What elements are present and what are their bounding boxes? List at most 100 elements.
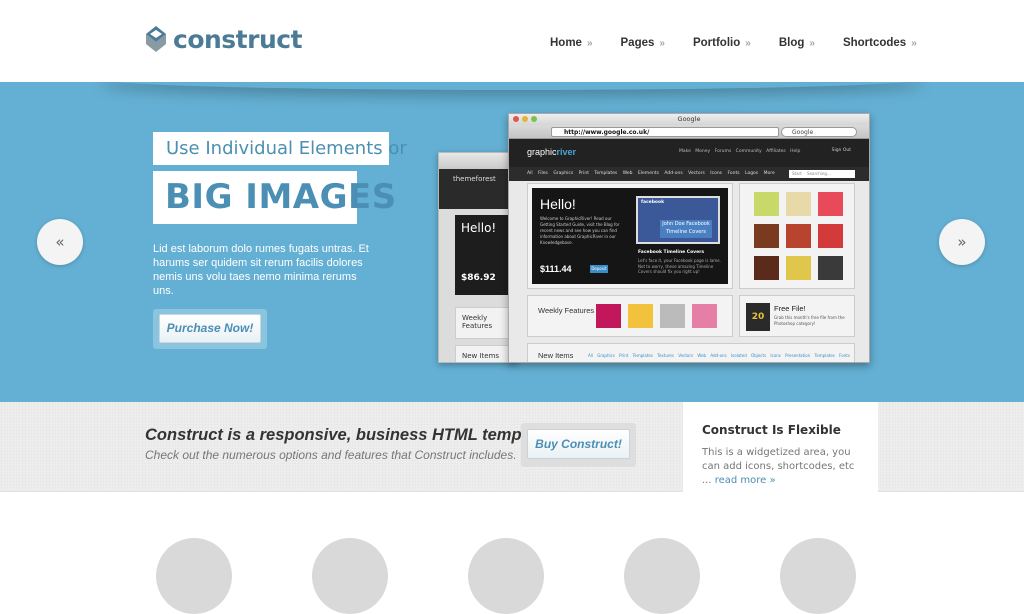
hero-slider: Use Individual Elements or BIG IMAGES Li… xyxy=(0,82,1024,402)
free-file-text: Grab this month's free file from the Pho… xyxy=(774,315,845,326)
slider-prev-button[interactable]: « xyxy=(37,219,83,265)
chevron-right-icon: » xyxy=(659,37,665,49)
thumbnail xyxy=(754,224,779,248)
hello-panel: Hello! Welcome to GraphicRiver! Read our… xyxy=(527,183,733,289)
hero-caption-large: BIG IMAGES xyxy=(153,171,396,224)
facebook-cover-preview: facebook John Doe Facebook Timeline Cove… xyxy=(636,196,720,244)
chevron-right-icon: » xyxy=(911,37,917,49)
close-dot-icon xyxy=(513,116,519,122)
nav-pages-label: Pages xyxy=(620,37,655,49)
banner-subtitle: Check out the numerous options and featu… xyxy=(145,448,517,462)
facebook-label: facebook xyxy=(641,200,665,205)
browser-mockup-back: themeforest Hello! $86.92 Weekly Feature… xyxy=(438,152,518,363)
thumbnail xyxy=(786,256,811,280)
widget-text: This is a widgetized area, you can add i… xyxy=(702,446,862,488)
facebook-caption: Facebook Timeline Covers xyxy=(638,250,705,255)
read-more-link[interactable]: read more xyxy=(715,475,767,486)
mockup-logo: themeforest xyxy=(453,175,496,183)
hello-title: Hello! xyxy=(540,196,576,212)
nav-blog-label: Blog xyxy=(778,37,805,49)
thumbnail xyxy=(786,224,811,248)
nav-shortcodes-label: Shortcodes xyxy=(842,37,907,49)
thumbnail xyxy=(786,192,811,216)
browser-toolbar: http://www.google.co.uk/ Google xyxy=(509,125,869,139)
double-chevron-left-icon: « xyxy=(55,233,65,251)
minimize-dot-icon xyxy=(522,116,528,122)
window-title: Google xyxy=(677,115,701,123)
site-search: Start Searching... xyxy=(789,170,855,178)
mockup-hello-panel: Hello! xyxy=(455,215,515,295)
free-file-panel: 20 Free File! Grab this month's free fil… xyxy=(739,295,855,337)
thumbnail xyxy=(818,192,843,216)
site-top-links: Make Money Forums Community Affiliates H… xyxy=(679,149,801,154)
chevron-right-icon: » xyxy=(745,37,751,49)
logo[interactable]: construct xyxy=(144,24,303,54)
site-body: Hello! Welcome to GraphicRiver! Read our… xyxy=(509,181,869,362)
thumbnail xyxy=(818,224,843,248)
site-logo: graphicriver xyxy=(527,147,576,157)
header: construct Home » Pages » Portfolio » Blog » … xyxy=(0,0,1024,82)
feature-circle xyxy=(156,538,232,614)
double-chevron-right-icon: » xyxy=(957,233,967,251)
thumbnail xyxy=(692,304,717,328)
maximize-dot-icon xyxy=(531,116,537,122)
thumbnail-grid xyxy=(739,183,855,289)
nav-shortcodes[interactable]: Shortcodes » xyxy=(843,37,917,49)
buy-button-wrap: Buy Construct! xyxy=(521,423,636,467)
browser-mockup-front: Google http://www.google.co.uk/ Google g… xyxy=(508,113,870,363)
nav-portfolio-label: Portfolio xyxy=(692,37,741,49)
site-logo-prefix: graphic xyxy=(527,147,557,157)
nav-home[interactable]: Home » xyxy=(550,37,593,49)
browser-toolbar xyxy=(439,153,517,169)
logo-mark-icon xyxy=(146,26,166,52)
slider-next-button[interactable]: » xyxy=(939,219,985,265)
new-items-title: New Items xyxy=(538,351,574,360)
facebook-text: Let's face it, your Facebook page is lam… xyxy=(638,258,721,274)
new-items-panel: New Items All Graphics Print Templates T… xyxy=(527,343,855,362)
feature-circle xyxy=(780,538,856,614)
hello-panel-inner: Hello! Welcome to GraphicRiver! Read our… xyxy=(532,188,728,284)
nav-blog[interactable]: Blog » xyxy=(779,37,815,49)
nav-home-label: Home xyxy=(550,37,582,49)
banner-title: Construct is a responsive, business HTML… xyxy=(145,426,556,444)
deposit-button: Deposit xyxy=(590,265,608,273)
main-nav: Home » Pages » Portfolio » Blog » Shortcodes… xyxy=(550,37,945,49)
mockup-price: $86.92 xyxy=(461,273,496,283)
thumbnail xyxy=(754,256,779,280)
site-header: graphicriver Make Money Forums Community… xyxy=(509,139,869,167)
nav-pages[interactable]: Pages » xyxy=(621,37,665,49)
address-bar: http://www.google.co.uk/ xyxy=(551,127,779,137)
feature-circle xyxy=(468,538,544,614)
chevron-right-icon: » xyxy=(769,475,776,486)
thumbnail xyxy=(818,256,843,280)
header-shadow xyxy=(100,82,924,90)
feature-circle xyxy=(312,538,388,614)
free-file-thumbnail: 20 xyxy=(746,303,770,331)
new-items-filters: All Graphics Print Templates Textures Ve… xyxy=(588,353,850,358)
hero-caption-small: Use Individual Elements or xyxy=(153,132,407,165)
hello-text: Welcome to GraphicRiver! Read our Gettin… xyxy=(540,216,620,245)
credit-balance: $111.44 xyxy=(540,264,572,274)
chevron-right-icon: » xyxy=(809,37,815,49)
promo-banner: Construct is a responsive, business HTML… xyxy=(0,402,1024,492)
mockup-hello: Hello! xyxy=(461,221,497,235)
hero-description: Lid est laborum dolo rumes fugats untras… xyxy=(153,243,369,297)
site-nav: All Files Graphics Print Templates Web E… xyxy=(509,167,869,181)
weekly-features-panel: Weekly Features xyxy=(527,295,733,337)
weekly-features-title: Weekly Features xyxy=(538,306,595,315)
thumbnail xyxy=(660,304,685,328)
site-nav-links: All Files Graphics Print Templates Web E… xyxy=(527,171,775,176)
buy-construct-button[interactable]: Buy Construct! xyxy=(527,429,630,459)
free-file-title: Free File! xyxy=(774,304,806,313)
feature-circle xyxy=(624,538,700,614)
site-logo-suffix: river xyxy=(556,147,577,157)
browser-search: Google xyxy=(781,127,857,137)
thumbnail xyxy=(628,304,653,328)
thumbnail xyxy=(754,192,779,216)
purchase-button-wrap: Purchase Now! xyxy=(153,309,267,349)
mockup-header: themeforest xyxy=(439,169,517,209)
facebook-cover-title: John Doe Facebook Timeline Covers xyxy=(660,220,712,238)
nav-portfolio[interactable]: Portfolio » xyxy=(693,37,751,49)
thumbnail xyxy=(596,304,621,328)
purchase-now-button[interactable]: Purchase Now! xyxy=(159,314,261,343)
